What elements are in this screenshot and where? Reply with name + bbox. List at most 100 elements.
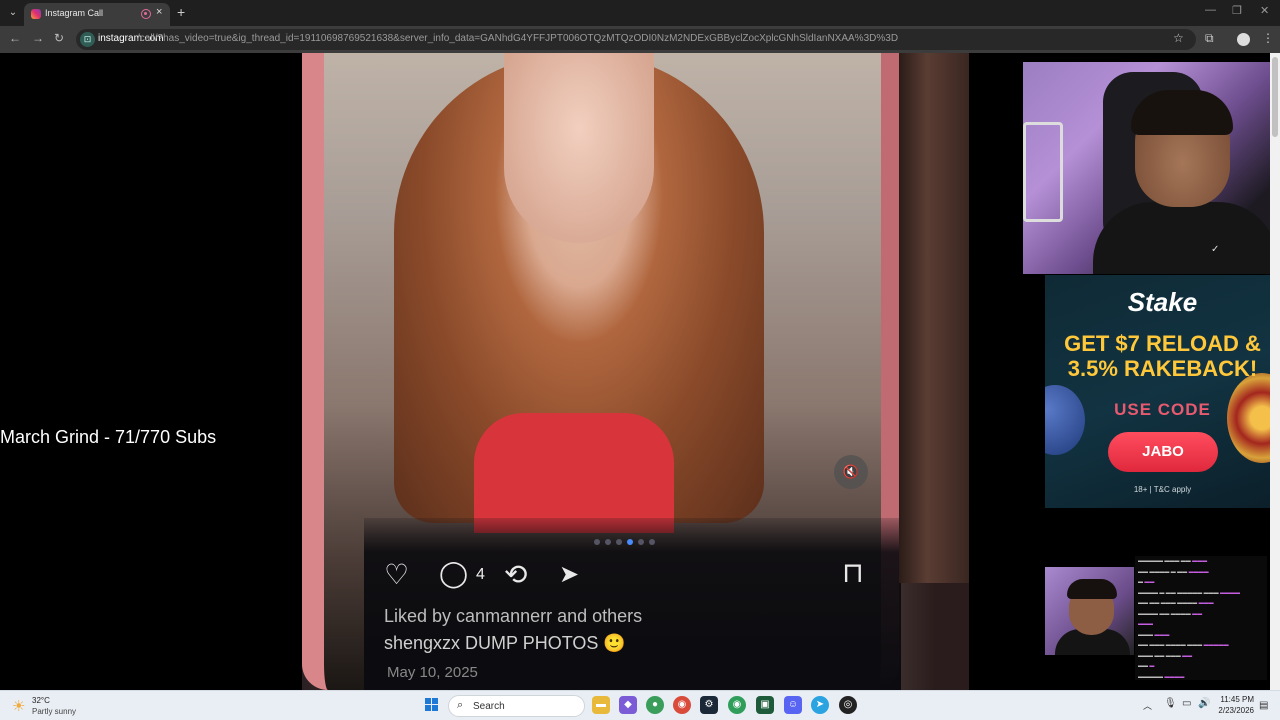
instagram-favicon-icon [31,9,41,19]
phone-screen: 🔇 ♡ ◯ 4 ⟲ ➤ ⊓ Liked by canmannerr and ot… [302,53,901,690]
notification-icon[interactable]: ▤ [1259,700,1268,711]
carousel-dot [594,539,600,545]
chrome-profile-icon[interactable]: ◉ [728,696,746,714]
address-bar[interactable]: ⊡ instagram.com /call/?has_video=true&ig… [76,29,1196,50]
reload-icon[interactable]: ↻ [54,31,64,45]
streamer-shirt [1093,202,1278,274]
mini-streamer-hair [1067,579,1117,599]
chat-line: ▬▬▬ ▬▬▬ [1138,631,1170,638]
comment-count: 4 [476,566,485,583]
chat-line: ▬▬▬ ▬▬▬▬ ▬▬▬ ▬▬ ▬▬ [1138,600,1214,606]
tab-instagram-call[interactable]: Instagram Call × [24,3,170,26]
stake-ad-banner[interactable]: Stake GET $7 RELOAD & 3.5% RAKEBACK! USE… [1045,275,1280,508]
streamer-hair [1131,90,1233,135]
carousel-dots [594,532,660,550]
post-caption: shengxzx DUMP PHOTOS 🙂 [384,633,626,653]
weather-sun-icon[interactable]: ☀ [12,697,25,715]
chat-line: ▬▬▬ ▬▬ ▬▬▬ ▬▬▬▬▬ [1138,558,1208,564]
microphone-icon[interactable]: 🎙 [1164,698,1177,709]
carousel-dot [638,539,644,545]
weather-temperature[interactable]: 32°C [32,696,50,705]
search-label: Search [473,701,505,712]
ad-use-code-label: USE CODE [1114,400,1211,419]
like-heart-icon[interactable]: ♡ [384,558,409,591]
restore-icon[interactable]: ❐ [1232,4,1242,17]
carousel-dot [616,539,622,545]
back-icon[interactable]: ← [9,31,21,45]
extensions-icon[interactable]: ⧉ [1205,31,1214,46]
file-explorer-icon[interactable]: ▬ [592,696,610,714]
clock-time[interactable]: 11:45 PM [1220,695,1254,704]
discord-icon[interactable]: ☺ [784,696,802,714]
new-tab-button[interactable]: + [177,4,185,20]
obs-icon[interactable]: ◎ [839,696,857,714]
volume-icon[interactable]: 🔊 [1198,698,1210,709]
chat-line: ▬▬ ▬▬▬▬ ▬▬ ▬▬▬▬ [1138,610,1203,617]
chat-line: ▬▬ ▬ [1138,579,1155,585]
ad-footnote: 18+ | T&C apply [1133,485,1192,494]
chat-line: ▬▬▬▬▬ ▬▬▬ ▬▬▬▬ ▬▬▬ ▬▬ [1138,642,1229,648]
minimize-icon[interactable]: — [1205,4,1216,16]
bookmark-icon[interactable]: ⊓ [842,556,864,589]
stream-chat-overlay: ▬▬▬ ▬▬ ▬▬▬ ▬▬▬▬▬ ▬▬▬▬ ▬▬ ▬ ▬▬▬▬ ▬▬ ▬▬ ▬ … [1135,556,1267,680]
site-info-icon[interactable]: ⊡ [80,32,95,47]
video-call-feed[interactable]: 🔇 ♡ ◯ 4 ⟲ ➤ ⊓ Liked by canmannerr and ot… [302,53,969,690]
forward-icon[interactable]: → [32,31,44,45]
clock-date[interactable]: 2/23/2026 [1212,706,1254,715]
repost-icon[interactable]: ⟲ [504,558,527,591]
browser-toolbar: ← → ↻ ⊡ instagram.com /call/?has_video=t… [0,26,1280,53]
telegram-icon[interactable]: ➤ [811,696,829,714]
network-icon[interactable]: ▭ [1182,698,1191,709]
url-path: /call/?has_video=true&ig_thread_id=19110… [137,33,899,44]
muted-video-icon[interactable]: 🔇 [834,455,868,489]
ad-brand-logo: Stake [1127,287,1198,317]
menu-kebab-icon[interactable]: ⋮ [1262,31,1274,45]
tab-search-icon[interactable]: ⌄ [4,4,22,22]
page-scrollbar[interactable] [1270,53,1280,690]
ad-code-button[interactable]: JABO [1108,432,1218,472]
ad-headline: GET $7 RELOAD & 3.5% RAKEBACK! [1064,331,1261,381]
background-person-edge [899,53,969,583]
bookmark-star-icon[interactable]: ☆ [1173,31,1184,45]
recording-indicator-icon [141,9,151,19]
mini-webcam-preview [1045,567,1134,655]
carousel-dot [605,539,611,545]
chat-line: ▬▬▬▬ ▬▬▬▬▬ [1138,673,1185,680]
chat-line: ▬ ▬▬ [1138,663,1155,669]
copilot-icon[interactable]: ◆ [619,696,637,714]
weather-description[interactable]: Partly sunny [32,707,76,716]
windows-start-icon[interactable] [425,698,439,712]
comment-icon[interactable]: ◯ [439,558,468,589]
liked-by-text: Liked by canmannerr and others [384,606,643,626]
carousel-dot-active [627,539,633,545]
person-face [504,53,654,243]
chrome-alt-icon[interactable]: ● [646,696,664,714]
tab-title: Instagram Call [45,8,104,18]
streamer-webcam: ✓ [1023,62,1278,274]
app-icon[interactable]: ▣ [756,696,774,714]
scrollbar-thumb[interactable] [1272,57,1278,137]
ad-ball-graphic [1045,385,1085,455]
tray-expand-icon[interactable]: ︿ [1143,699,1152,712]
share-icon[interactable]: ➤ [559,560,579,589]
taskbar-search[interactable]: ⌕ Search [448,695,585,717]
tab-close-icon[interactable]: × [156,6,162,18]
shirt-logo-icon: ✓ [1211,244,1220,255]
profile-avatar[interactable] [1237,33,1250,46]
instagram-post-footer: ♡ ◯ 4 ⟲ ➤ ⊓ Liked by canmannerr and othe… [364,518,901,690]
carousel-dot [649,539,655,545]
webcam-background-rail [1023,122,1063,222]
chrome-icon[interactable]: ◉ [673,696,691,714]
page-content: March Grind - 71/770 Subs 🔇 ♡ ◯ 4 ⟲ ➤ ⊓ … [0,53,1280,690]
chat-line: ▬▬ ▬▬▬ ▬▬ ▬▬▬ [1138,652,1193,659]
window-close-icon[interactable]: ✕ [1260,4,1269,17]
steam-icon[interactable]: ⚙ [700,696,718,714]
search-icon: ⌕ [457,699,464,711]
post-date: May 10, 2025 [387,664,478,681]
subscriber-goal-text: March Grind - 71/770 Subs [0,427,217,447]
chat-line: ▬▬▬▬ ▬▬▬ ▬▬▬▬▬ ▬▬ ▬ ▬▬▬▬ [1138,589,1240,596]
windows-taskbar: ☀ 32°C Partly sunny ⌕ Search ▬ ◆ ● ◉ ⚙ ◉… [0,690,1280,720]
chat-line: ▬▬▬▬ ▬▬ ▬ ▬▬▬▬ ▬▬ [1138,568,1209,575]
chat-line: ▬▬▬ [1138,621,1153,627]
tab-strip: ⌄ Instagram Call × + — ❐ ✕ [0,0,1280,26]
